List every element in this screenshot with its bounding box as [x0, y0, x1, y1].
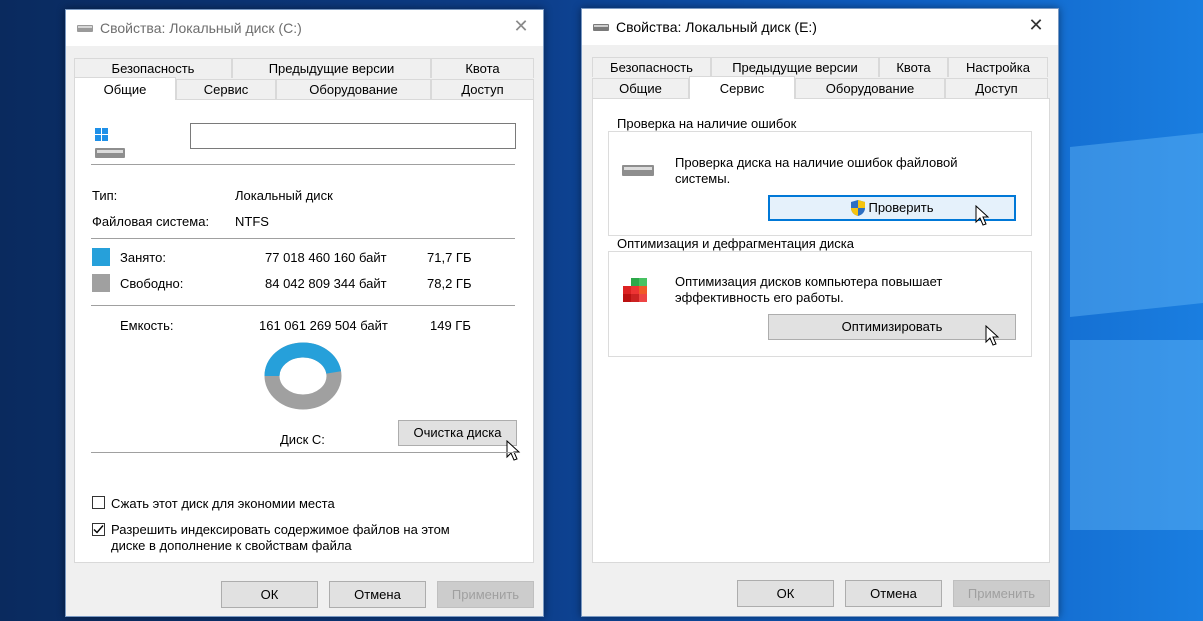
mouse-pointer-icon: [985, 325, 1000, 346]
free-gb: 78,2 ГБ: [427, 276, 472, 291]
filesystem-value: NTFS: [235, 214, 269, 229]
general-panel: Тип: Локальный диск Файловая система: NT…: [74, 99, 534, 563]
wallpaper-pane: [1070, 340, 1203, 530]
apply-button[interactable]: Применить: [953, 580, 1050, 607]
free-color-swatch: [92, 274, 110, 292]
type-value: Локальный диск: [235, 188, 333, 203]
free-bytes: 84 042 809 344 байт: [265, 276, 387, 291]
wallpaper-pane: [1070, 133, 1203, 317]
mouse-pointer-icon: [506, 440, 521, 461]
check-description-line2: системы.: [675, 171, 731, 186]
used-bytes: 77 018 460 160 байт: [265, 250, 387, 265]
drive-icon: [622, 165, 654, 176]
tab-security[interactable]: Безопасность: [74, 58, 232, 78]
tab-security[interactable]: Безопасность: [592, 57, 711, 77]
window-title: Свойства: Локальный диск (C:): [100, 20, 302, 36]
used-space-arc: [264, 342, 342, 377]
tab-hardware[interactable]: Оборудование: [795, 78, 945, 98]
tab-customize[interactable]: Настройка: [948, 57, 1048, 77]
tab-hardware[interactable]: Оборудование: [276, 79, 431, 99]
tab-tools[interactable]: Сервис: [176, 79, 276, 99]
used-label: Занято:: [120, 250, 166, 265]
drive-icon: [77, 25, 93, 32]
index-label-line2: диске в дополнение к свойствам файла: [111, 538, 352, 553]
close-icon[interactable]: ✕: [1024, 15, 1048, 36]
tab-quota[interactable]: Квота: [879, 57, 948, 77]
capacity-gb: 149 ГБ: [430, 318, 471, 333]
optimize-description-line1: Оптимизация дисков компьютера повышает: [675, 274, 943, 289]
cancel-button[interactable]: Отмена: [845, 580, 942, 607]
tab-general[interactable]: Общие: [74, 77, 176, 100]
used-gb: 71,7 ГБ: [427, 250, 472, 265]
apply-button[interactable]: Применить: [437, 581, 534, 608]
check-description-line1: Проверка диска на наличие ошибок файлово…: [675, 155, 958, 170]
index-checkbox[interactable]: [92, 523, 105, 536]
tab-quota[interactable]: Квота: [431, 58, 534, 78]
tab-tools[interactable]: Сервис: [689, 76, 795, 99]
compress-label: Сжать этот диск для экономии места: [111, 496, 335, 511]
check-button-label: Проверить: [868, 200, 934, 215]
disk-usage-donut: [264, 342, 342, 410]
properties-window-e: Свойства: Локальный диск (E:) ✕ Безопасн…: [581, 8, 1059, 617]
disk-cleanup-button[interactable]: Очистка диска: [398, 420, 517, 446]
tab-sharing[interactable]: Доступ: [945, 78, 1048, 98]
used-color-swatch: [92, 248, 110, 266]
shield-icon: [851, 199, 866, 216]
tab-previous-versions[interactable]: Предыдущие версии: [232, 58, 431, 78]
window-title: Свойства: Локальный диск (E:): [616, 19, 817, 35]
type-label: Тип:: [92, 188, 118, 203]
tools-panel: Проверка на наличие ошибок Проверка диск…: [592, 98, 1050, 563]
drive-name-input[interactable]: [190, 123, 516, 149]
ok-button[interactable]: ОК: [221, 581, 318, 608]
disk-label: Диск C:: [280, 432, 325, 447]
optimize-button[interactable]: Оптимизировать: [768, 314, 1016, 340]
checkmark-icon: [93, 525, 104, 534]
capacity-bytes: 161 061 269 504 байт: [259, 318, 388, 333]
ok-button[interactable]: ОК: [737, 580, 834, 607]
tab-general[interactable]: Общие: [592, 78, 689, 98]
error-check-group-title: Проверка на наличие ошибок: [614, 116, 800, 131]
drive-icon: [593, 24, 609, 31]
capacity-label: Емкость:: [120, 318, 174, 333]
defragment-icon: [623, 278, 647, 302]
compress-checkbox[interactable]: [92, 496, 105, 509]
optimize-group-title: Оптимизация и дефрагментация диска: [614, 236, 857, 251]
tab-previous-versions[interactable]: Предыдущие версии: [711, 57, 879, 77]
filesystem-label: Файловая система:: [92, 214, 210, 229]
close-icon[interactable]: ✕: [509, 16, 533, 37]
windows-drive-icon: [95, 128, 125, 158]
title-bar[interactable]: Свойства: Локальный диск (C:) ✕: [66, 10, 543, 46]
optimize-description-line2: эффективность его работы.: [675, 290, 844, 305]
title-bar[interactable]: Свойства: Локальный диск (E:) ✕: [582, 9, 1058, 45]
index-label-line1: Разрешить индексировать содержимое файло…: [111, 522, 450, 537]
cancel-button[interactable]: Отмена: [329, 581, 426, 608]
properties-window-c: Свойства: Локальный диск (C:) ✕ Безопасн…: [65, 9, 544, 617]
mouse-pointer-icon: [975, 205, 990, 226]
free-label: Свободно:: [120, 276, 184, 291]
tab-sharing[interactable]: Доступ: [431, 79, 534, 99]
